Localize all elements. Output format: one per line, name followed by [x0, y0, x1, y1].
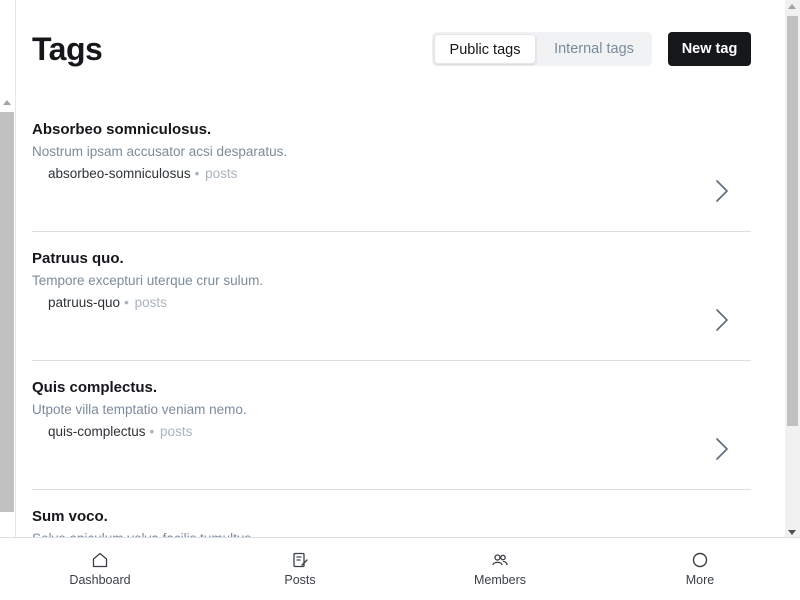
home-icon: [91, 551, 109, 569]
new-tag-button[interactable]: New tag: [668, 32, 751, 66]
tag-type-toggle: Public tags Internal tags: [432, 32, 652, 66]
tag-list: Absorbeo somniculosus. Nostrum ipsam acc…: [32, 103, 751, 600]
tag-list-item[interactable]: Absorbeo somniculosus. Nostrum ipsam acc…: [32, 103, 751, 232]
scrollbar-thumb[interactable]: [787, 16, 798, 426]
page-title: Tags: [32, 31, 103, 67]
nav-item-dashboard[interactable]: Dashboard: [0, 538, 200, 600]
page-header: Tags Public tags Internal tags New tag: [32, 28, 752, 72]
tag-name[interactable]: Quis complectus.: [32, 379, 157, 396]
tab-public-tags[interactable]: Public tags: [434, 34, 536, 64]
chevron-right-icon[interactable]: [715, 308, 729, 332]
tag-name[interactable]: Patruus quo.: [32, 250, 124, 267]
scrollbar-thumb[interactable]: [0, 112, 14, 512]
bottom-navigation: Dashboard Posts Members More: [0, 537, 800, 600]
nav-item-posts[interactable]: Posts: [200, 538, 400, 600]
nav-item-members[interactable]: Members: [400, 538, 600, 600]
app-window: Tags Public tags Internal tags New tag A…: [0, 0, 800, 600]
nav-label: Dashboard: [69, 573, 131, 587]
scroll-up-arrow-icon[interactable]: [3, 100, 11, 105]
nav-item-more[interactable]: More: [600, 538, 800, 600]
tag-description: Tempore excepturi uterque crur sulum.: [32, 273, 264, 288]
tag-post-count: posts: [205, 166, 238, 181]
tag-list-item[interactable]: Patruus quo. Tempore excepturi uterque c…: [32, 232, 751, 361]
chevron-right-icon[interactable]: [715, 437, 729, 461]
posts-icon: [291, 551, 309, 569]
tag-slug: absorbeo-somniculosus: [48, 166, 191, 181]
meta-separator: •: [124, 295, 129, 310]
tag-meta: patruus-quo • posts: [48, 295, 167, 310]
nav-label: Posts: [284, 573, 316, 587]
left-scrollbar[interactable]: [0, 0, 16, 537]
tab-internal-tags[interactable]: Internal tags: [540, 34, 648, 64]
chevron-right-icon[interactable]: [715, 179, 729, 203]
meta-separator: •: [194, 166, 200, 181]
circle-icon: [691, 551, 709, 569]
tag-name[interactable]: Sum voco.: [32, 508, 108, 525]
nav-label: Members: [473, 573, 527, 587]
tag-meta: quis-complectus • posts: [48, 424, 192, 439]
tag-post-count: posts: [134, 295, 167, 310]
tag-description: Nostrum ipsam accusator acsi desparatus.: [32, 144, 288, 159]
tag-list-item[interactable]: Quis complectus. Utpote villa temptatio …: [32, 361, 751, 490]
scroll-down-arrow-icon[interactable]: [788, 530, 796, 535]
members-icon: [491, 551, 509, 569]
nav-label: More: [685, 573, 715, 587]
tag-post-count: posts: [160, 424, 193, 439]
tag-slug: patruus-quo: [48, 295, 121, 310]
tag-slug: quis-complectus: [48, 424, 146, 439]
tag-description: Utpote villa temptatio veniam nemo.: [32, 402, 247, 417]
right-scrollbar[interactable]: [785, 0, 800, 537]
tag-meta: absorbeo-somniculosus • posts: [48, 166, 237, 181]
scroll-up-arrow-icon[interactable]: [788, 4, 796, 9]
meta-separator: •: [149, 424, 155, 439]
tag-name[interactable]: Absorbeo somniculosus.: [32, 121, 211, 138]
